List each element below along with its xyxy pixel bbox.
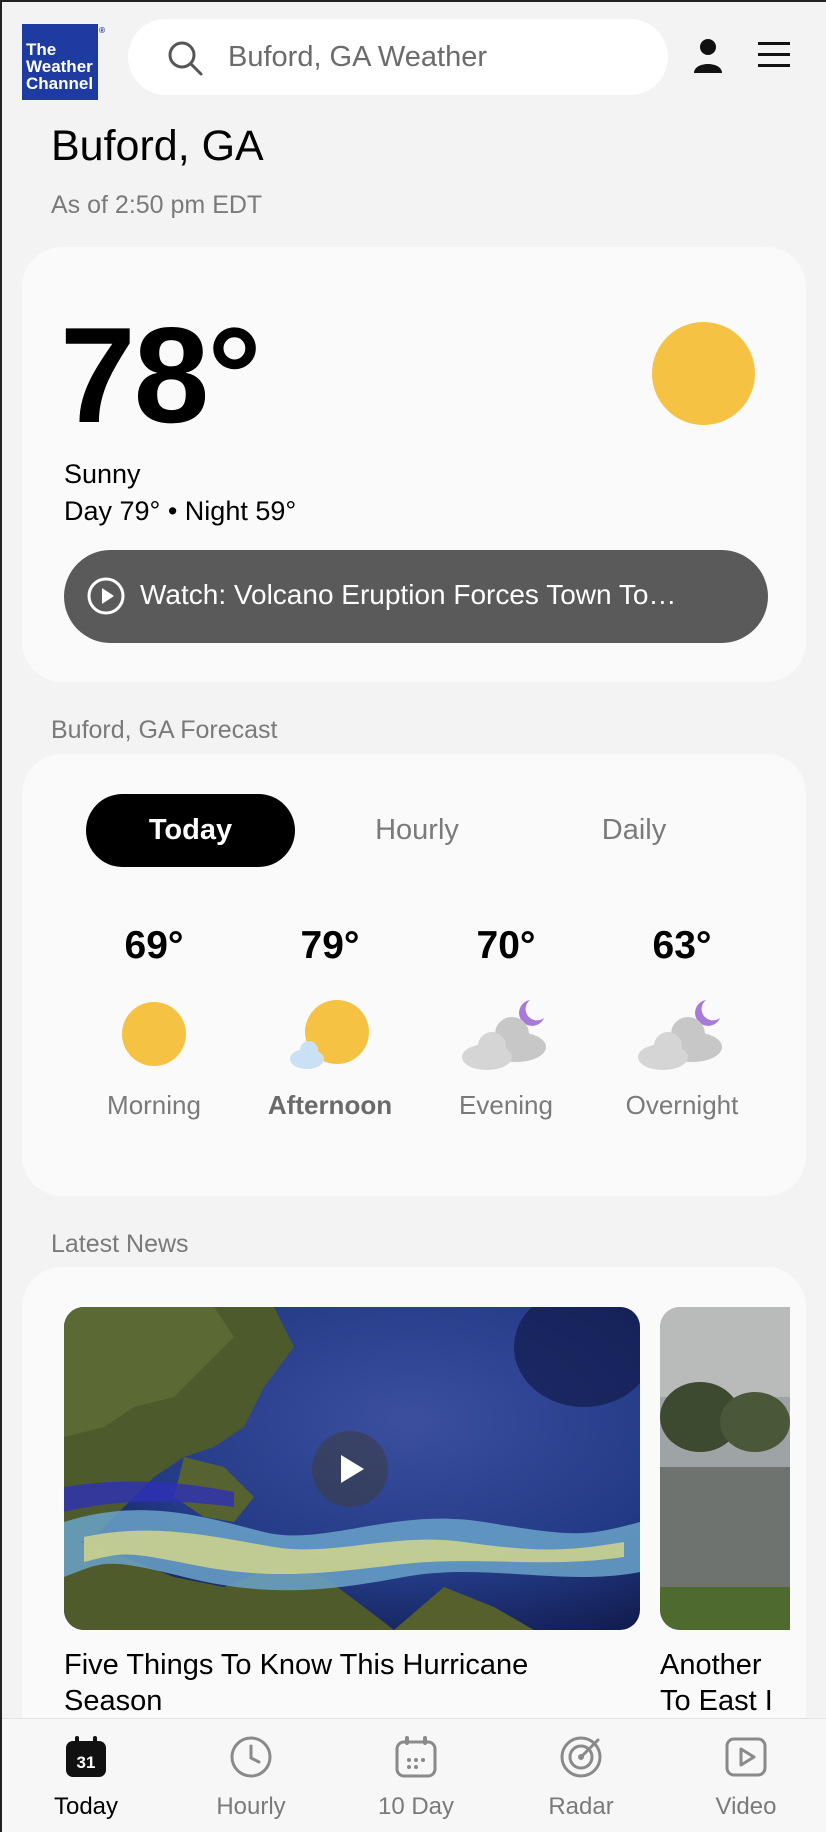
watch-video-label: Watch: Volcano Eruption Forces Town To… [140,579,677,610]
nav-today[interactable]: 31 Today [11,1719,161,1832]
period-label: Morning [107,1090,201,1120]
calendar-today-icon: 31 [66,1736,106,1777]
weather-channel-logo[interactable]: The Weather Channel ® [22,24,105,100]
watch-video-button[interactable]: Watch: Volcano Eruption Forces Town To… [64,550,768,643]
period-temp: 79° [300,924,360,967]
bottom-navigation: 31 Today Hourly 10 Day Radar Video [2,1718,826,1832]
day-night-temps: Day 79° • Night 59° [64,496,297,526]
location-title: Buford, GA [51,122,264,170]
search-bar[interactable] [128,19,668,95]
as-of-timestamp: As of 2:50 pm EDT [51,191,263,219]
search-icon [168,41,203,76]
registered-mark: ® [99,26,105,35]
forecast-period[interactable]: 63° Overnight [602,924,762,1121]
period-temp: 70° [476,924,536,967]
calendar-icon [395,1736,437,1778]
site-header: The Weather Channel ® [2,2,826,112]
logo-line: Weather [26,57,93,76]
user-icon[interactable] [693,38,723,74]
tab-today[interactable]: Today [86,794,295,867]
play-button[interactable] [312,1431,388,1507]
news-section-label: Latest News [51,1230,189,1258]
flooding-image [660,1307,790,1630]
mostly-sunny-icon [290,1000,369,1069]
nav-10-day[interactable]: 10 Day [341,1719,491,1832]
tab-hourly[interactable]: Hourly [322,794,512,867]
period-temp: 69° [124,924,184,967]
forecast-section-label: Buford, GA Forecast [51,716,278,744]
play-icon [341,1455,364,1483]
calendar-badge: 31 [77,1753,96,1772]
forecast-period[interactable]: 69° Morning [74,924,234,1121]
current-temperature: 78° [60,299,262,451]
nav-hourly[interactable]: Hourly [176,1719,326,1832]
partly-cloudy-night-icon [638,1000,722,1070]
period-temp: 63° [652,924,712,967]
logo-line: The [26,40,57,59]
clock-icon [230,1736,272,1778]
nav-label: Today [53,1793,119,1820]
radar-icon [560,1736,602,1778]
news-video-thumbnail[interactable] [660,1307,790,1630]
period-label: Overnight [625,1090,739,1120]
forecast-period[interactable]: 79° Afternoon [250,924,410,1121]
video-icon [725,1737,767,1777]
nav-label: 10 Day [377,1793,455,1820]
tab-daily[interactable]: Daily [539,794,729,867]
current-conditions-card: 78° Sunny Day 79° • Night 59° Watch: Vol… [22,247,806,682]
news-headline[interactable]: Another To East I [660,1647,806,1719]
nav-label: Video [715,1793,777,1820]
condition-phrase: Sunny [64,459,141,489]
logo-line: Channel [26,74,94,93]
nav-label: Radar [548,1793,614,1820]
news-headline[interactable]: Five Things To Know This Hurricane Seaso… [64,1647,624,1719]
news-video-thumbnail[interactable] [64,1307,640,1630]
search-input[interactable] [228,33,628,81]
forecast-period[interactable]: 70° Evening [426,924,586,1121]
sun-icon [652,322,755,425]
period-label: Evening [459,1090,553,1120]
nav-video[interactable]: Video [671,1719,821,1832]
sun-icon [122,1002,186,1066]
nav-radar[interactable]: Radar [506,1719,656,1832]
forecast-card: Today Hourly Daily 69° Morning 79° After… [22,754,806,1196]
nav-label: Hourly [216,1793,286,1820]
hamburger-menu-icon[interactable] [758,40,790,70]
period-label: Afternoon [267,1090,393,1120]
play-circle-icon [87,577,125,615]
partly-cloudy-night-icon [462,1000,546,1070]
